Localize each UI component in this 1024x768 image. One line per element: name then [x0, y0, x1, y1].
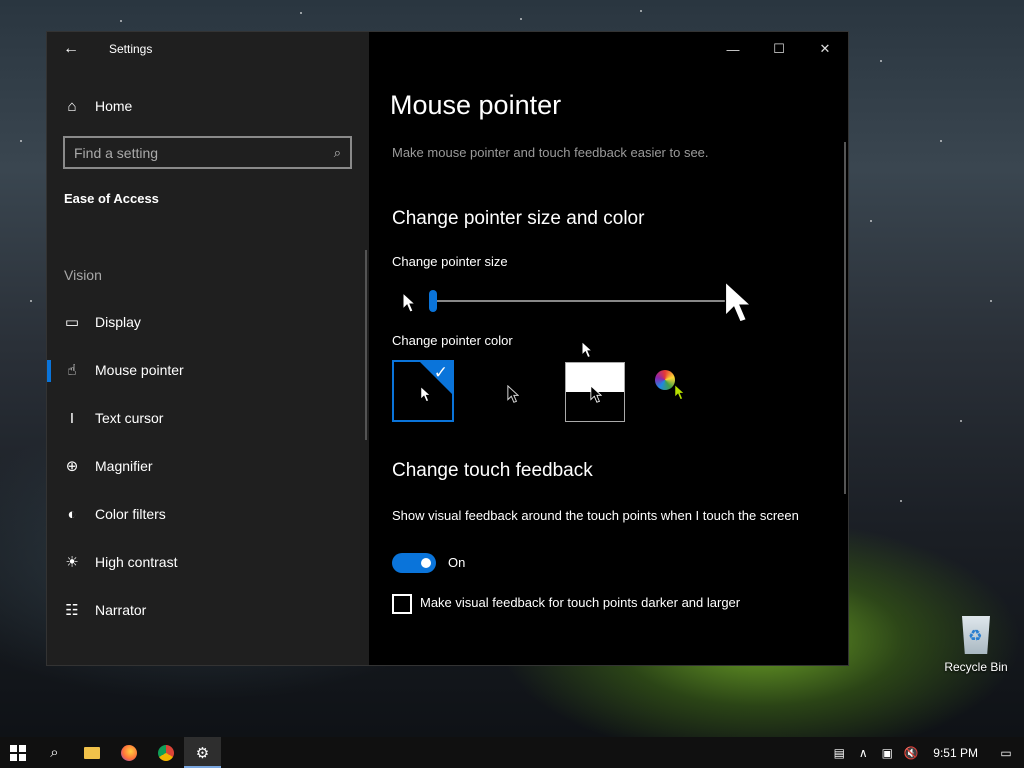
sidebar-item-label: Magnifier — [95, 458, 153, 474]
file-explorer-button[interactable] — [73, 737, 110, 768]
touch-feedback-toggle[interactable] — [392, 553, 436, 573]
settings-window: ← Settings ⌂ Home ⌕ Ease of Access Visio… — [47, 32, 848, 665]
pointer-color-black[interactable] — [483, 362, 545, 424]
page-description: Make mouse pointer and touch feedback ea… — [392, 145, 709, 160]
narrator-icon: ☷ — [65, 602, 79, 619]
pointer-size-slider[interactable] — [429, 290, 725, 312]
maximize-button[interactable]: ☐ — [756, 32, 802, 66]
settings-sidebar: ← Settings ⌂ Home ⌕ Ease of Access Visio… — [47, 32, 369, 665]
slider-thumb[interactable] — [429, 290, 437, 312]
news-widget-icon[interactable]: ▤ — [827, 737, 851, 768]
touch-heading: Change touch feedback — [392, 460, 593, 481]
pointer-size-label: Change pointer size — [392, 254, 508, 269]
minimize-button[interactable]: — — [710, 32, 756, 66]
high-contrast-icon: ☀ — [65, 554, 79, 571]
large-pointer-icon — [724, 280, 753, 323]
inverted-pointer-icon — [590, 385, 602, 403]
page-title: Mouse pointer — [390, 90, 562, 120]
text-cursor-icon: I — [69, 409, 75, 427]
taskbar: ⌕ ⚙ ▤ ∧ ▣ 🔇 9:51 PM ▭ — [0, 737, 1024, 768]
sidebar-item-label: Mouse pointer — [95, 362, 184, 378]
mouse-cursor — [581, 341, 593, 358]
clock[interactable]: 9:51 PM — [923, 737, 988, 768]
pointer-color-label: Change pointer color — [392, 333, 513, 348]
sidebar-item-label: High contrast — [95, 554, 178, 570]
close-button[interactable]: ✕ — [802, 32, 848, 66]
search-icon: ⌕ — [50, 744, 59, 761]
notifications-icon[interactable]: ▭ — [988, 737, 1024, 768]
white-pointer-icon — [420, 386, 431, 402]
recycle-bin-label: Recycle Bin — [944, 660, 1008, 674]
display-icon: ▭ — [64, 314, 80, 331]
home-icon: ⌂ — [67, 97, 77, 115]
sidebar-scrollbar[interactable] — [365, 250, 367, 440]
pointer-color-inverted[interactable] — [565, 362, 625, 422]
touch-darker-checkbox[interactable] — [392, 594, 412, 614]
taskbar-search-button[interactable]: ⌕ — [36, 737, 73, 768]
sidebar-item-mouse-pointer[interactable]: ☝ Mouse pointer — [47, 346, 369, 394]
small-pointer-icon — [402, 292, 416, 313]
black-pointer-icon — [507, 385, 519, 403]
color-wheel-icon — [655, 370, 675, 390]
sidebar-item-display[interactable]: ▭ Display — [47, 298, 369, 346]
magnifier-icon: ⊕ — [65, 458, 79, 475]
checkmark-icon: ✓ — [433, 363, 448, 382]
volume-muted-icon[interactable]: 🔇 — [899, 737, 923, 768]
search-input[interactable] — [74, 144, 334, 161]
recycle-bin-desktop-icon[interactable]: ♻ Recycle Bin — [941, 612, 1011, 674]
mouse-pointer-icon: ☝ — [67, 362, 77, 379]
pointer-color-custom[interactable] — [647, 362, 709, 424]
back-arrow-icon: ← — [63, 40, 79, 57]
sidebar-item-label: Display — [95, 314, 141, 330]
home-nav-item[interactable]: ⌂ Home — [47, 88, 369, 124]
home-label: Home — [95, 98, 133, 114]
slider-track — [429, 300, 725, 302]
pointer-color-white[interactable]: ✓ — [392, 360, 454, 422]
sidebar-item-magnifier[interactable]: ⊕ Magnifier — [47, 442, 369, 490]
app-title: Settings — [109, 42, 153, 56]
chrome-icon — [157, 744, 174, 761]
group-title-vision: Vision — [64, 267, 102, 283]
system-tray: ▤ ∧ ▣ 🔇 9:51 PM ▭ — [827, 737, 1024, 768]
main-scrollbar[interactable] — [844, 142, 846, 494]
sidebar-item-label: Text cursor — [95, 410, 164, 426]
settings-taskbar-button[interactable]: ⚙ — [184, 737, 221, 768]
start-button[interactable] — [0, 737, 36, 768]
window-controls: — ☐ ✕ — [710, 32, 848, 66]
sidebar-item-text-cursor[interactable]: I Text cursor — [47, 394, 369, 442]
touch-darker-label: Make visual feedback for touch points da… — [420, 595, 741, 610]
section-title: Ease of Access — [64, 191, 159, 206]
search-box[interactable]: ⌕ — [63, 136, 352, 169]
firefox-icon — [120, 744, 137, 761]
sidebar-item-high-contrast[interactable]: ☀ High contrast — [47, 538, 369, 586]
sidebar-item-narrator[interactable]: ☷ Narrator — [47, 586, 369, 634]
back-button[interactable]: ← — [47, 32, 95, 66]
toggle-state-label: On — [448, 555, 466, 570]
sidebar-item-label: Narrator — [95, 602, 147, 618]
settings-icon: ⚙ — [195, 744, 210, 762]
custom-pointer-icon — [674, 384, 685, 400]
toggle-knob — [421, 558, 431, 568]
title-bar: ← Settings — [47, 32, 369, 66]
color-filters-icon: ◐ — [67, 505, 77, 523]
size-color-heading: Change pointer size and color — [392, 208, 645, 229]
network-icon[interactable]: ▣ — [875, 737, 899, 768]
file-explorer-icon — [83, 746, 100, 759]
settings-main: — ☐ ✕ Mouse pointer Make mouse pointer a… — [369, 32, 848, 665]
search-icon[interactable]: ⌕ — [334, 145, 341, 161]
start-icon — [10, 744, 26, 761]
chevron-up-icon[interactable]: ∧ — [851, 737, 875, 768]
nav-list: ▭ Display ☝ Mouse pointer I Text cursor … — [47, 298, 369, 634]
touch-feedback-label: Show visual feedback around the touch po… — [392, 508, 799, 523]
firefox-button[interactable] — [110, 737, 147, 768]
sidebar-item-color-filters[interactable]: ◐ Color filters — [47, 490, 369, 538]
recycle-bin-icon: ♻ — [958, 612, 994, 656]
chrome-button[interactable] — [147, 737, 184, 768]
sidebar-item-label: Color filters — [95, 506, 166, 522]
